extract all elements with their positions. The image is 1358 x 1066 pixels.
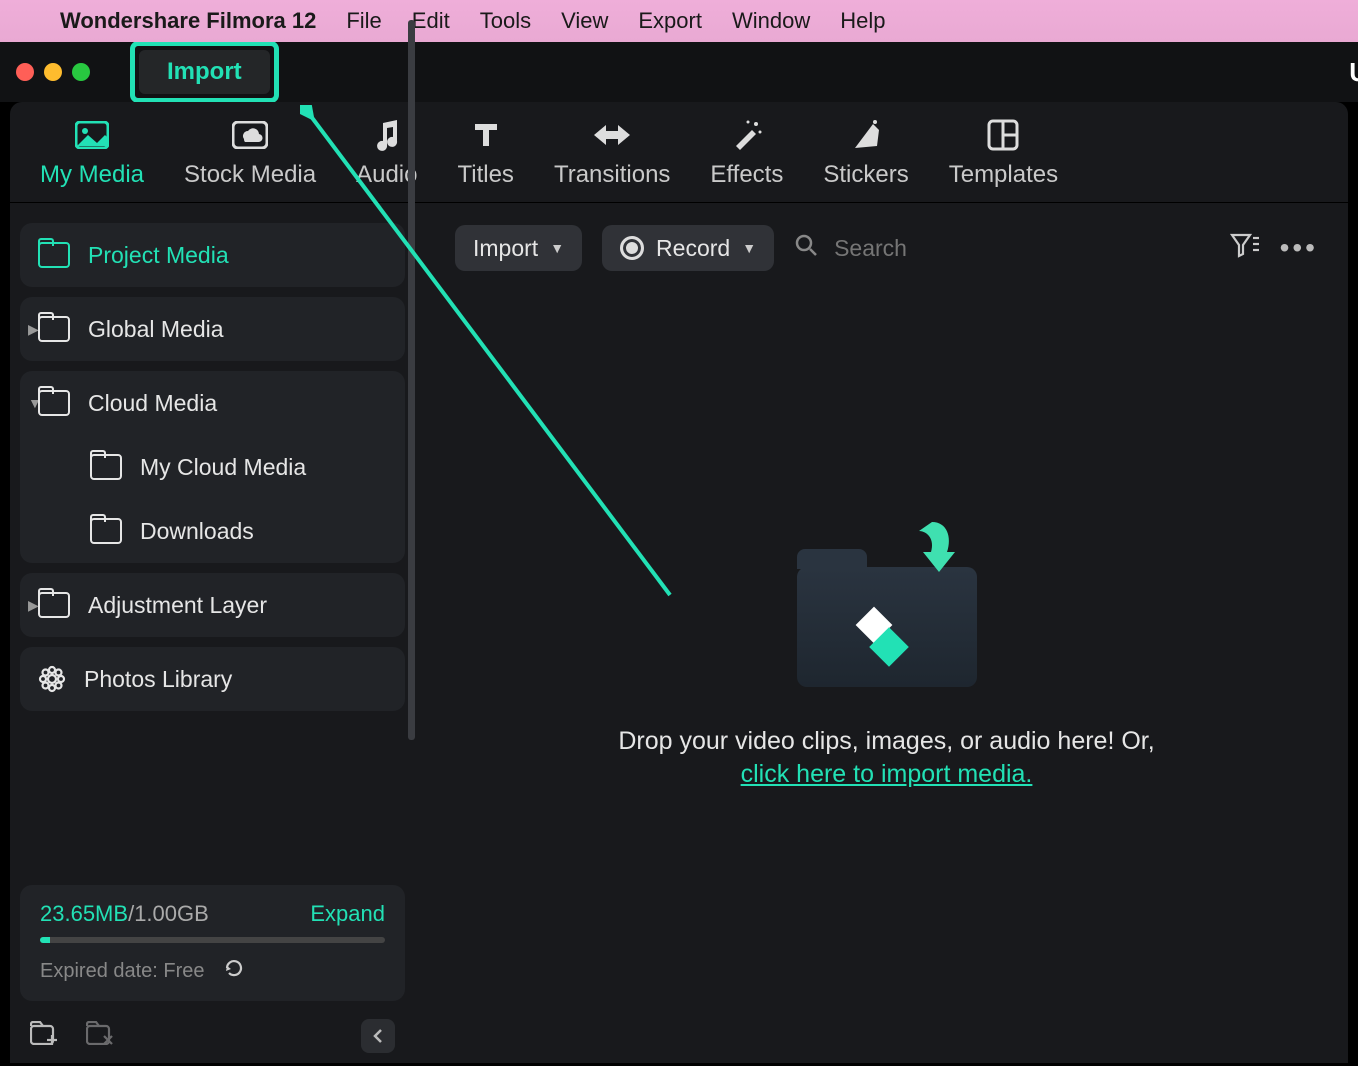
wand-icon [730,115,764,155]
import-dropdown[interactable]: Import ▼ [455,225,582,271]
tab-label: My Media [40,161,144,189]
folder-icon [90,518,122,544]
record-dropdown[interactable]: Record ▼ [602,225,774,271]
app-name[interactable]: Wondershare Filmora 12 [60,8,316,34]
tab-label: Titles [457,161,513,189]
tab-templates[interactable]: Templates [949,115,1058,189]
storage-bar [40,937,385,943]
photos-icon [38,665,66,693]
sidebar-item-photos-library[interactable]: Photos Library [20,647,405,711]
tab-label: Stock Media [184,161,316,189]
traffic-lights [16,63,90,81]
dropzone-graphic [797,527,977,687]
media-dropzone[interactable]: Drop your video clips, images, or audio … [455,273,1318,1043]
sidebar-item-label: Cloud Media [88,390,217,417]
image-icon [75,115,109,155]
fullscreen-window-button[interactable] [72,63,90,81]
chevron-down-icon: ▼ [550,240,564,256]
more-options-icon[interactable]: ••• [1280,232,1318,264]
sidebar-item-label: Photos Library [84,666,232,693]
text-icon [471,115,501,155]
tab-my-media[interactable]: My Media [40,115,144,189]
sidebar-item-label: Global Media [88,316,224,343]
import-button[interactable]: Import [139,50,270,94]
menu-export[interactable]: Export [638,8,702,34]
dropzone-text: Drop your video clips, images, or audio … [618,727,1154,756]
search-field[interactable] [794,233,1210,263]
templates-icon [987,115,1019,155]
sidebar-item-cloud-media[interactable]: ▼ Cloud Media [20,371,405,435]
tab-titles[interactable]: Titles [457,115,513,189]
folder-icon [38,592,70,618]
sidebar-footer [20,1019,405,1053]
import-dropdown-label: Import [473,235,538,262]
app-body: Project Media ▶ Global Media ▼ Cloud Med… [10,203,1348,1063]
sidebar-item-downloads[interactable]: Downloads [20,499,405,563]
menu-window[interactable]: Window [732,8,810,34]
sidebar: Project Media ▶ Global Media ▼ Cloud Med… [10,203,415,1063]
media-pane: Import ▼ Record ▼ ••• [415,203,1348,1063]
tab-label: Templates [949,161,1058,189]
sidebar-scrollbar[interactable] [408,20,415,740]
tab-stickers[interactable]: Stickers [823,115,908,189]
collapse-sidebar-button[interactable] [361,1019,395,1053]
storage-total: 1.00GB [134,901,209,926]
music-note-icon [373,115,401,155]
main-tabs: My Media Stock Media Audio Titles Transi… [10,102,1348,203]
folder-icon [90,454,122,480]
sidebar-item-label: My Cloud Media [140,454,306,481]
tab-stock-media[interactable]: Stock Media [184,115,316,189]
download-arrow-icon [907,517,957,577]
menu-edit[interactable]: Edit [412,8,450,34]
import-button-highlight: Import [130,42,279,102]
sidebar-item-project-media[interactable]: Project Media [20,223,405,287]
tab-effects[interactable]: Effects [710,115,783,189]
media-toolbar: Import ▼ Record ▼ ••• [455,223,1318,273]
storage-widget: 23.65MB/1.00GB Expand Expired date: Free [20,885,405,1001]
transitions-icon [592,115,632,155]
sidebar-item-adjustment-layer[interactable]: ▶ Adjustment Layer [20,573,405,637]
folder-icon [38,316,70,342]
close-window-button[interactable] [16,63,34,81]
title-truncated: U [1349,57,1358,88]
record-dropdown-label: Record [656,235,730,262]
chevron-down-icon: ▼ [742,240,756,256]
menu-view[interactable]: View [561,8,608,34]
menu-help[interactable]: Help [840,8,885,34]
folder-icon [38,390,70,416]
storage-used: 23.65MB [40,901,128,926]
new-folder-icon[interactable] [30,1021,58,1052]
sidebar-item-label: Downloads [140,518,254,545]
sidebar-item-global-media[interactable]: ▶ Global Media [20,297,405,361]
refresh-icon[interactable] [223,957,245,985]
minimize-window-button[interactable] [44,63,62,81]
search-icon [794,233,818,263]
filter-icon[interactable] [1230,232,1260,265]
cloud-icon [232,115,268,155]
record-dot-icon [620,236,644,260]
sticker-icon [849,115,883,155]
storage-expired-text: Expired date: Free [40,960,205,983]
sidebar-item-my-cloud-media[interactable]: My Cloud Media [20,435,405,499]
window-titlebar: Import U [0,42,1358,102]
delete-folder-icon[interactable] [86,1021,114,1052]
menu-tools[interactable]: Tools [480,8,531,34]
tab-label: Transitions [554,161,670,189]
tab-label: Effects [710,161,783,189]
sidebar-item-label: Project Media [88,242,229,269]
import-media-link[interactable]: click here to import media. [741,760,1033,789]
search-input[interactable] [832,234,1210,263]
sidebar-item-label: Adjustment Layer [88,592,267,619]
tab-transitions[interactable]: Transitions [554,115,670,189]
folder-icon [38,242,70,268]
menu-file[interactable]: File [346,8,381,34]
tab-label: Stickers [823,161,908,189]
expand-storage-link[interactable]: Expand [310,901,385,927]
mac-menubar: Wondershare Filmora 12 File Edit Tools V… [0,0,1358,42]
